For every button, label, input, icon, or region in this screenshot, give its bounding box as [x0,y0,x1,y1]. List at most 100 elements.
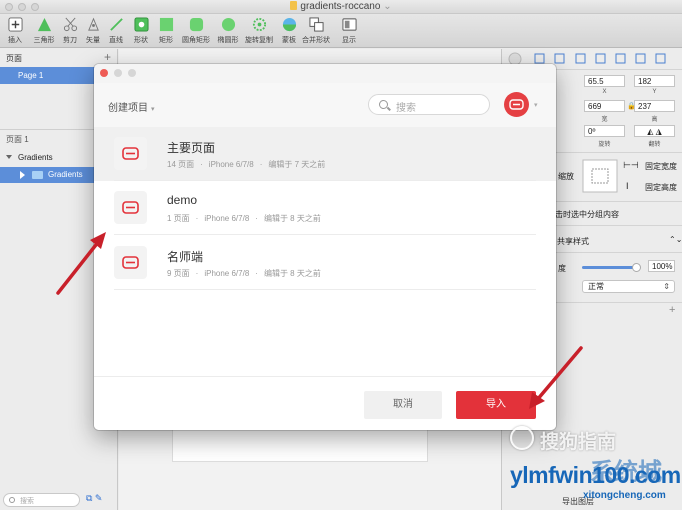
rotate-copy-button[interactable]: 旋转复制 [244,17,274,45]
disclosure-down-icon[interactable] [6,155,12,159]
rectangle-label: 矩形 [159,37,173,44]
dialog-zoom-button[interactable] [128,69,136,77]
view-label: 显示 [342,37,356,44]
pages-header: 页面 [6,54,22,63]
project-edited: 编辑于 8 天之前 [263,269,321,278]
opacity-slider[interactable] [582,266,636,269]
oval-tool-button[interactable]: 椭圆形 [213,17,243,45]
opacity-slider-knob[interactable] [632,263,641,272]
combine-shapes-icon [308,17,324,32]
project-search-placeholder: 搜索 [396,103,416,114]
project-meta: 14 页面 · iPhone 6/7/8 · 编辑于 7 天之前 [167,159,325,170]
meta-separator: · [195,269,199,278]
resize-label: 缩放 [558,172,574,181]
shape-icon [133,17,149,32]
triangle-icon [37,17,51,32]
mask-label: 蒙板 [282,37,296,44]
height-caption: 高 [651,117,658,123]
window-title: gradients-roccano ⌄ [0,1,682,12]
rounded-rect-label: 圆角矩形 [182,37,210,44]
vector-pen-icon [87,17,99,31]
project-edited: 编辑于 8 天之前 [263,214,321,223]
flip-buttons[interactable]: ◭ ◮ [634,125,675,137]
project-name: 主要页面 [167,141,216,155]
shared-style-select[interactable]: 共享样式 [557,236,589,247]
oval-icon [221,17,235,32]
project-meta: 1 页面 · iPhone 6/7/8 · 编辑于 8 天之前 [167,213,321,224]
opacity-field[interactable]: 100% [648,260,675,272]
add-style-button[interactable]: + [669,304,675,316]
meta-separator: · [200,160,203,169]
fix-width-icon[interactable]: ⊢⊣ [623,160,639,171]
add-page-button[interactable]: + [104,50,111,64]
group-selection-option[interactable]: 击时选中分组内容 [555,209,619,220]
project-edited: 编辑于 7 天之前 [268,160,326,169]
sketch-file-icon [290,1,298,10]
rotate-copy-label: 旋转复制 [245,37,273,44]
width-caption: 宽 [601,117,608,123]
meta-separator: · [195,214,199,223]
rounded-rect-tool-button[interactable]: 圆角矩形 [181,17,211,45]
import-button[interactable]: 导入 [456,391,536,419]
create-project-dropdown[interactable]: 创建项目 ▾ [108,99,155,114]
user-avatar[interactable] [504,92,529,117]
mask-icon [282,17,296,32]
meta-separator: · [255,269,258,278]
height-field[interactable]: 237 [634,100,675,112]
x-caption: X [602,89,607,95]
project-row[interactable]: 名师端 9 页面 · iPhone 6/7/8 · 编辑于 8 天之前 [94,236,556,290]
cancel-button[interactable]: 取消 [364,391,442,419]
width-field[interactable]: 669 [584,100,625,112]
shared-style-chevron-icon[interactable]: ⌃⌄ [669,235,682,244]
blend-mode-select[interactable]: 正常 ⇕ [582,280,675,293]
layer-filter-icons[interactable]: ⧉ ✎ [86,493,102,504]
fix-height-icon[interactable]: I [626,181,629,191]
mask-button[interactable]: 蒙板 [274,17,304,45]
search-icon [9,497,15,503]
insert-button[interactable]: 插入 [0,17,30,45]
dialog-minimize-button[interactable] [114,69,122,77]
chevron-updown-icon: ⇕ [663,282,670,291]
dialog-close-button[interactable] [100,69,108,77]
x-field[interactable]: 65.5 [584,75,625,87]
rotation-field[interactable]: 0º [584,125,625,137]
layer-tree-root[interactable]: Gradients [6,153,53,162]
rectangle-icon [159,17,173,32]
dialog-header: 创建项目 ▾ 搜索 ▾ [94,83,556,127]
layer-child-label: Gradients [48,170,83,179]
watermark-xitongcheng: xitongcheng.com [583,490,666,501]
combine-shapes-button[interactable]: 合并形状 [301,17,331,45]
search-icon [379,100,388,109]
window-title-text: gradients-roccano [300,1,381,12]
project-device: iPhone 6/7/8 [204,214,250,223]
project-logo-icon [122,147,139,160]
disclosure-right-icon[interactable] [20,171,25,179]
y-caption: Y [652,89,657,95]
rounded-rectangle-icon [189,17,203,32]
plus-icon [7,17,23,32]
insert-label: 插入 [8,37,22,44]
view-button[interactable]: 显示 [334,17,364,45]
project-name: 名师端 [167,250,204,264]
layer-root-label: Gradients [18,153,53,162]
resizing-widget[interactable] [580,157,620,195]
y-field[interactable]: 182 [634,75,675,87]
layer-search-placeholder: 搜索 [20,498,34,505]
open-project-dialog: 创建项目 ▾ 搜索 ▾ 主要页面 14 页面 · iPhone 6/7/8 · 编辑于 7… [94,64,556,430]
project-row[interactable]: 主要页面 14 页面 · iPhone 6/7/8 · 编辑于 7 天之前 [94,127,556,181]
meta-separator: · [255,214,258,223]
project-row[interactable]: demo 1 页面 · iPhone 6/7/8 · 编辑于 8 天之前 [94,181,556,235]
meta-separator: · [259,160,263,169]
layer-search-input[interactable]: 搜索 [3,493,80,507]
project-search-input[interactable]: 搜索 [368,94,490,115]
watermark-ylmfwin: ylmfwin100.com [510,462,681,488]
avatar-caret-icon[interactable]: ▾ [534,101,538,109]
blend-mode-value: 正常 [588,282,604,291]
project-logo-icon [122,201,139,214]
rectangle-tool-button[interactable]: 矩形 [151,17,181,45]
project-pages: 9 页面 [167,269,190,278]
project-meta: 9 页面 · iPhone 6/7/8 · 编辑于 8 天之前 [167,268,321,279]
rotate-copy-icon [252,17,266,32]
fix-height-label: 固定高度 [645,183,677,192]
layers-header: 页面 1 [6,135,29,144]
